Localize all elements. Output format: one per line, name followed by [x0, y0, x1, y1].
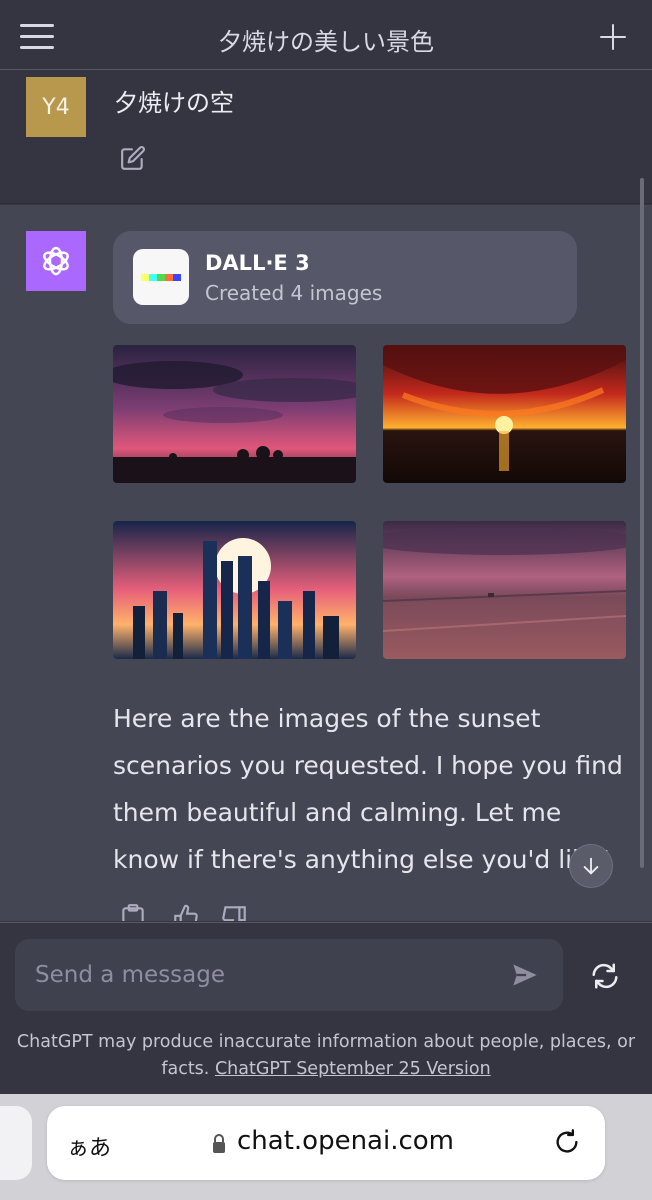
- chat-title: 夕焼けの美しい景色: [218, 28, 434, 56]
- user-avatar: Y4: [26, 77, 86, 137]
- clipboard-icon[interactable]: [120, 903, 146, 921]
- assistant-reply-text: Here are the images of the sunset scenar…: [113, 704, 623, 874]
- dalle-logo-icon: [133, 249, 189, 305]
- new-chat-plus-icon[interactable]: [600, 24, 626, 50]
- sunset-city-skyline-image[interactable]: [113, 521, 356, 659]
- message-input[interactable]: [35, 957, 495, 993]
- edit-icon[interactable]: [120, 145, 146, 171]
- user-message-text: 夕焼けの空: [114, 89, 234, 117]
- user-message: Y4 夕焼けの空: [0, 71, 652, 204]
- sunset-ocean-fiery-clouds-image[interactable]: [383, 345, 626, 483]
- dalle-tool-name: DALL·E 3: [205, 251, 310, 275]
- url-text: chat.openai.com: [237, 1126, 455, 1156]
- reload-icon[interactable]: [553, 1128, 581, 1156]
- text-size-button[interactable]: ぁあ: [67, 1130, 111, 1162]
- sunset-farmland-image[interactable]: [383, 521, 626, 659]
- composer-footer: ChatGPT may produce inaccurate informati…: [0, 922, 652, 1094]
- assistant-message: DALL·E 3 Created 4 images Here are the i…: [0, 205, 652, 921]
- thumbs-down-icon[interactable]: [220, 903, 248, 921]
- dalle-tool-status: Created 4 images: [205, 281, 383, 305]
- chat-scrollbar[interactable]: [640, 178, 644, 868]
- openai-logo-icon: [43, 246, 69, 276]
- disclaimer: ChatGPT may produce inaccurate informati…: [0, 1029, 652, 1083]
- version-link[interactable]: ChatGPT September 25 Version: [215, 1059, 491, 1079]
- url-pill[interactable]: ぁあ chat.openai.com: [47, 1106, 605, 1180]
- dalle-tool-card[interactable]: DALL·E 3 Created 4 images: [113, 231, 577, 324]
- app-header: 夕焼けの美しい景色: [0, 0, 652, 70]
- thumbs-up-icon[interactable]: [172, 903, 200, 921]
- browser-address-bar: ぁあ chat.openai.com: [0, 1094, 652, 1200]
- lock-icon: [213, 1134, 225, 1153]
- arrow-down-icon: [583, 857, 599, 875]
- chatgpt-avatar: [26, 231, 86, 291]
- sunset-silhouette-trees-image[interactable]: [113, 345, 356, 483]
- scroll-down-button[interactable]: [569, 844, 613, 888]
- regenerate-icon[interactable]: [590, 961, 620, 991]
- previous-tab[interactable]: [0, 1106, 32, 1180]
- send-icon[interactable]: [510, 961, 540, 989]
- message-actions: [120, 903, 260, 921]
- message-input-box: [15, 939, 563, 1011]
